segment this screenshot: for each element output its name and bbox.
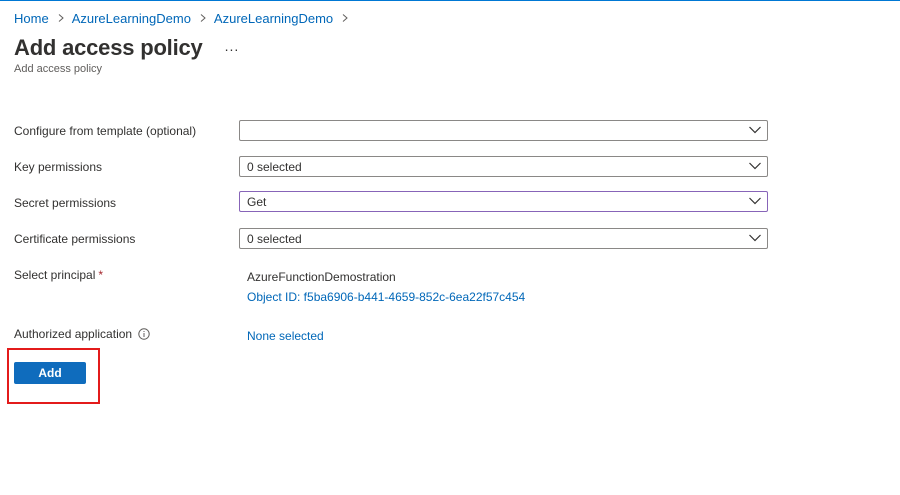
- more-options-button[interactable]: ...: [225, 38, 240, 54]
- chevron-right-icon: [341, 14, 349, 22]
- key-permissions-label: Key permissions: [14, 160, 103, 174]
- secret-permissions-label: Secret permissions: [14, 196, 117, 210]
- page-title: Add access policy: [14, 35, 203, 60]
- certificate-permissions-value: 0 selected: [247, 232, 302, 246]
- chevron-right-icon: [57, 14, 65, 22]
- certificate-permissions-label: Certificate permissions: [14, 232, 136, 246]
- secret-permissions-value: Get: [247, 195, 267, 209]
- authorized-application-link[interactable]: None selected: [247, 329, 324, 343]
- select-principal-label-text: Select principal: [14, 268, 96, 282]
- chevron-down-icon: [749, 234, 761, 242]
- chevron-down-icon: [749, 197, 761, 205]
- key-permissions-value: 0 selected: [247, 160, 302, 174]
- template-label: Configure from template (optional): [14, 124, 197, 138]
- select-principal-label: Select principal *: [14, 268, 103, 282]
- secret-permissions-dropdown[interactable]: Get: [239, 191, 768, 212]
- required-marker: *: [98, 268, 104, 282]
- certificate-permissions-dropdown[interactable]: 0 selected: [239, 228, 768, 249]
- top-accent-line: [0, 0, 900, 1]
- title-row: Add access policy ...: [14, 33, 239, 63]
- template-dropdown[interactable]: [239, 120, 768, 141]
- chevron-down-icon: [749, 162, 761, 170]
- chevron-down-icon: [749, 126, 761, 134]
- principal-name: AzureFunctionDemostration: [247, 270, 396, 284]
- add-button[interactable]: Add: [14, 362, 86, 384]
- chevron-right-icon: [199, 14, 207, 22]
- breadcrumb: Home AzureLearningDemo AzureLearningDemo: [14, 10, 356, 26]
- key-permissions-dropdown[interactable]: 0 selected: [239, 156, 768, 177]
- breadcrumb-home[interactable]: Home: [14, 11, 49, 26]
- page-subtitle: Add access policy: [14, 63, 103, 75]
- info-icon[interactable]: [138, 328, 150, 340]
- breadcrumb-keyvault[interactable]: AzureLearningDemo: [72, 11, 191, 26]
- authorized-application-label: Authorized application: [14, 327, 133, 341]
- breadcrumb-access-policies[interactable]: AzureLearningDemo: [214, 11, 333, 26]
- principal-object-id-link[interactable]: Object ID: f5ba6906-b441-4659-852c-6ea22…: [247, 290, 525, 304]
